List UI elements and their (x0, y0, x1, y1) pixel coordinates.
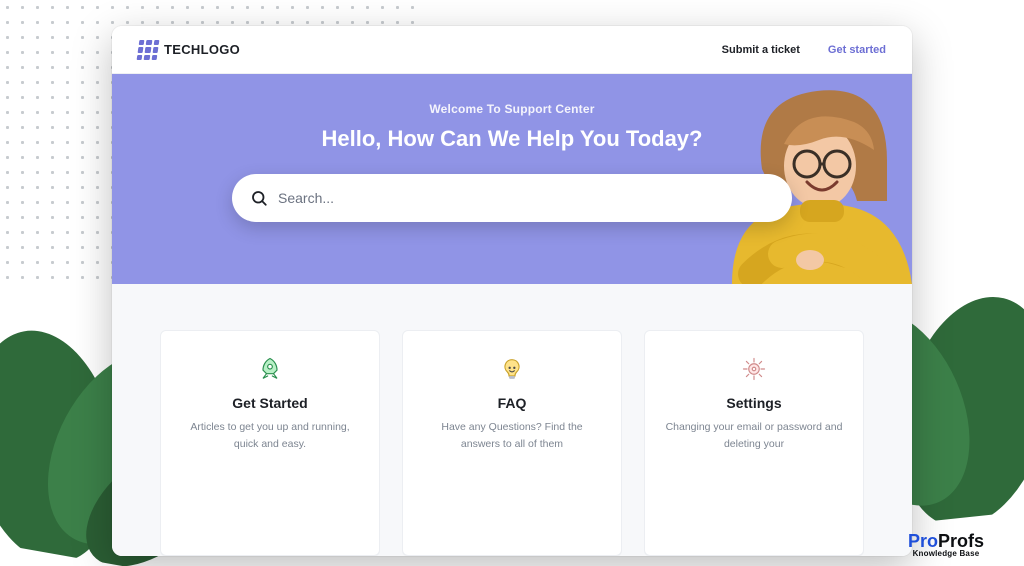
card-desc: Articles to get you up and running, quic… (179, 419, 361, 453)
search-input[interactable] (278, 190, 774, 206)
rocket-icon (179, 353, 361, 385)
gear-icon (663, 353, 845, 385)
watermark-profs: Profs (938, 531, 984, 551)
card-desc: Have any Questions? Find the answers to … (421, 419, 603, 453)
bulb-icon (421, 353, 603, 385)
brand-mark-icon (137, 40, 160, 60)
card-settings[interactable]: Settings Changing your email or password… (644, 330, 864, 556)
app-window: TECHLOGO Submit a ticket Get started Wel… (112, 26, 912, 556)
card-title: Settings (663, 395, 845, 411)
card-faq[interactable]: FAQ Have any Questions? Find the answers… (402, 330, 622, 556)
card-title: Get Started (179, 395, 361, 411)
submit-ticket-link[interactable]: Submit a ticket (722, 44, 800, 56)
top-nav-links: Submit a ticket Get started (722, 44, 886, 56)
brand-logo[interactable]: TECHLOGO (138, 40, 240, 60)
proprofs-watermark: ProProfs Knowledge Base (908, 532, 984, 558)
card-title: FAQ (421, 395, 603, 411)
category-cards: Get Started Articles to get you up and r… (112, 284, 912, 556)
card-desc: Changing your email or password and dele… (663, 419, 845, 453)
get-started-link[interactable]: Get started (828, 44, 886, 56)
watermark-subtitle: Knowledge Base (908, 550, 984, 558)
card-get-started[interactable]: Get Started Articles to get you up and r… (160, 330, 380, 556)
search-bar[interactable] (232, 174, 792, 222)
brand-name: TECHLOGO (164, 42, 240, 57)
top-navbar: TECHLOGO Submit a ticket Get started (112, 26, 912, 74)
search-icon (250, 189, 268, 207)
hero-banner: Welcome To Support Center Hello, How Can… (112, 74, 912, 284)
watermark-pro: Pro (908, 531, 938, 551)
